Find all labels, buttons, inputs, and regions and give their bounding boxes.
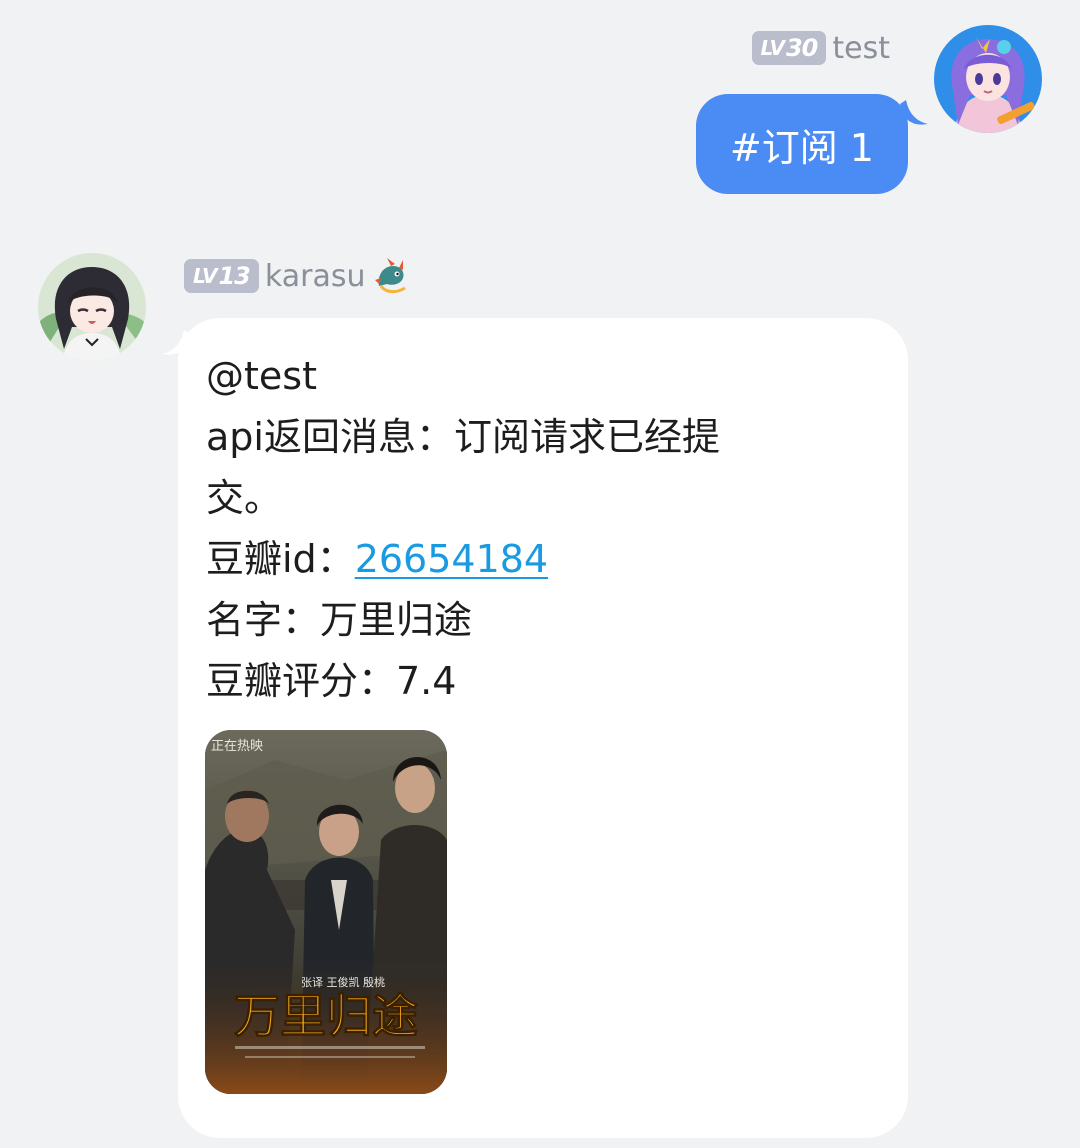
- outgoing-bubble-tail: [900, 100, 928, 125]
- movie-poster-image[interactable]: 正在热映 张译 王俊凯 殷桃 万里归途: [205, 730, 447, 1094]
- dragon-emoji-icon: [375, 258, 407, 294]
- self-level-number: 30: [785, 34, 818, 62]
- outgoing-message-bubble[interactable]: #订阅 1: [695, 94, 908, 194]
- self-name[interactable]: test: [832, 31, 890, 66]
- douban-id-line: 豆瓣id：26654184: [206, 529, 880, 590]
- peer-level-prefix: LV: [193, 264, 217, 288]
- peer-name[interactable]: karasu: [265, 259, 366, 294]
- mention-text[interactable]: @test: [206, 346, 880, 407]
- api-response-line-2: 交。: [206, 476, 283, 520]
- self-level-badge: LV 30: [751, 31, 827, 65]
- anime-girl-purple-hair-icon: [934, 25, 1042, 133]
- outgoing-message-text: #订阅 1: [729, 125, 874, 170]
- poster-title: 万里归途: [234, 989, 418, 1043]
- peer-avatar[interactable]: [38, 253, 146, 361]
- poster-cast-credits: 张译 王俊凯 殷桃: [301, 975, 385, 989]
- peer-level-number: 13: [218, 262, 250, 290]
- douban-rating-line: 豆瓣评分：7.4: [206, 659, 457, 703]
- movie-poster-art: 正在热映 张译 王俊凯 殷桃 万里归途: [205, 730, 447, 1094]
- peer-level-badge: LV 13: [184, 259, 259, 293]
- poster-top-caption: 正在热映: [211, 739, 263, 754]
- self-level-prefix: LV: [760, 36, 785, 60]
- movie-name-line: 名字：万里归途: [206, 598, 473, 642]
- douban-id-link[interactable]: 26654184: [355, 537, 548, 581]
- self-name-row: LV 30 test: [751, 26, 890, 70]
- self-avatar[interactable]: [934, 25, 1042, 133]
- douban-id-label: 豆瓣id：: [206, 537, 355, 581]
- api-response-line-1: api返回消息：订阅请求已经提: [206, 415, 720, 459]
- incoming-message-bubble[interactable]: @test api返回消息：订阅请求已经提 交。 豆瓣id：26654184 名…: [178, 318, 908, 1138]
- peer-name-row: LV 13 karasu: [184, 254, 411, 298]
- anime-girl-black-hair-icon: [38, 253, 146, 361]
